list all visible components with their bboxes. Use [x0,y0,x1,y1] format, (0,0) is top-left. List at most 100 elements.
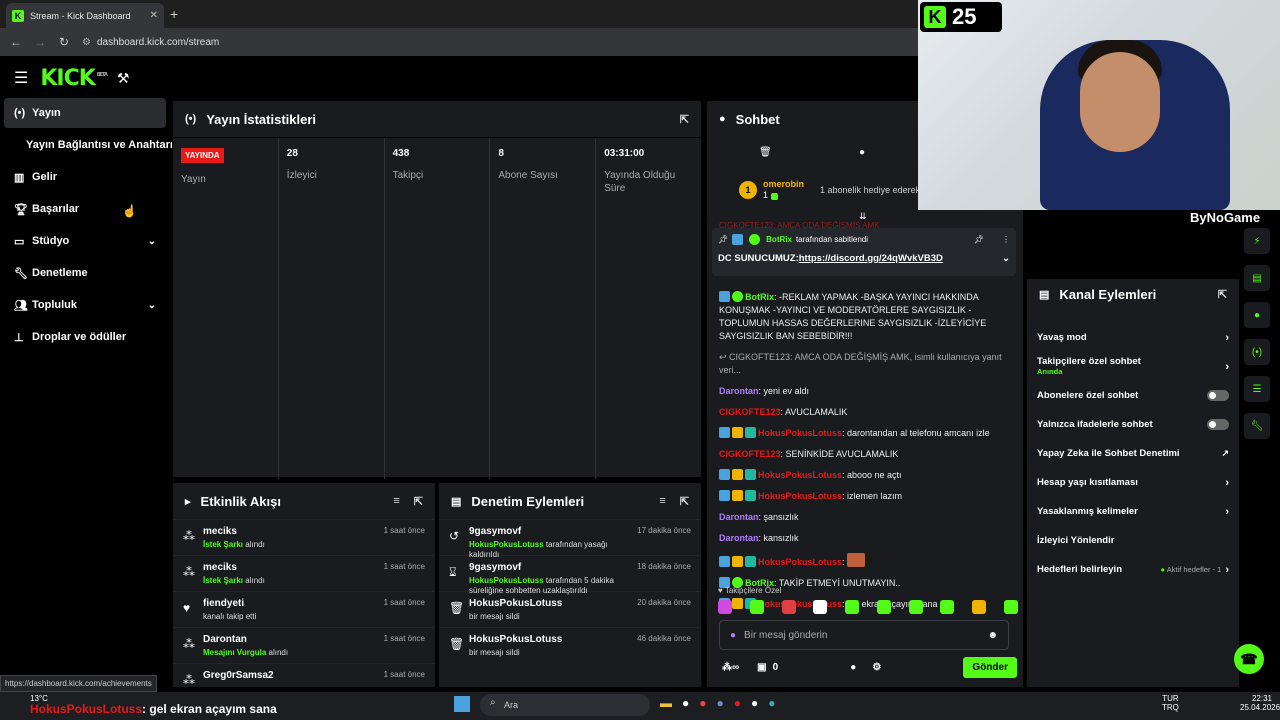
filter-icon[interactable]: ≡ [393,495,399,508]
emote-icon[interactable] [1003,600,1018,614]
toggle-switch[interactable] [1207,390,1229,401]
broadcast-icon[interactable]: (•) [1244,339,1270,365]
wrench-icon[interactable]: 🔧︎ [1244,413,1270,439]
emoji-icon[interactable]: ☻ [987,630,998,641]
chat-message[interactable]: Darontan: yeni ev aldı [707,381,1017,402]
unpin-icon[interactable]: 📌︎ [974,235,984,244]
chat-message[interactable]: HokusPokusLotuss: izlemen lazım [707,486,1017,507]
more-icon[interactable]: ⋮ [1002,235,1010,244]
chat-message[interactable]: CIGKOFTE123: SENİNKİDE AVUCLAMALIK [707,444,1017,465]
opera-icon[interactable]: ● [734,696,741,710]
windows-start-icon[interactable] [454,696,470,712]
sidebar-item-topluluk[interactable]: 👥︎ Topluluk ⌄ [4,290,166,320]
sidebar-item-gelir[interactable]: ▥ Gelir [4,162,166,192]
emote-icon[interactable] [940,600,955,614]
trash-icon[interactable]: 🗑︎ [759,147,772,158]
chat-message[interactable]: Darontan: şansızlık [707,507,1017,528]
discord-link[interactable]: https://discord.gg/24qWvkVB3D [799,253,943,264]
discord-icon[interactable]: ● [717,696,724,710]
activity-row[interactable]: ⁂ Darontan Mesajını Vurgula alındı 1 saa… [173,627,435,663]
moderation-row[interactable]: ↺ 9gasymovf HokusPokusLotuss tarafından … [439,519,701,559]
moderation-row[interactable]: 🗑︎ HokusPokusLotuss bir mesajı sildi 20 … [439,591,701,627]
list-icon[interactable]: ☰ [1244,376,1270,402]
channel-action-row[interactable]: Yavaş mod › [1027,323,1239,352]
send-button[interactable]: Gönder [963,656,1017,678]
pinned-message[interactable]: 📌︎ BotRix tarafından sabitlendi 📌︎ ⋮ DC … [712,228,1016,276]
edge-icon[interactable]: ● [768,696,775,710]
popout-icon[interactable]: ⇱ [680,113,689,126]
chat-message[interactable]: ↩ CIGKOFTE123: AMCA ODA DEĞİŞMİŞ AMK, is… [707,347,1017,381]
channel-action-row[interactable]: İzleyici Yönlendir [1027,526,1239,555]
activity-row[interactable]: ⁂ meciks İstek Şarkı alındı 1 saat önce [173,519,435,555]
gift-box-icon[interactable]: ▣ [757,662,766,673]
toggle-switch[interactable] [1207,419,1229,430]
taskbar-search[interactable]: Ara [480,694,650,716]
moderation-row[interactable]: ⌛︎ 9gasymovf HokusPokusLotuss tarafından… [439,555,701,595]
channel-action-row[interactable]: Yasaklanmış kelimeler › [1027,497,1239,526]
channel-action-row[interactable]: Yalnızca ifadelerle sohbet [1027,410,1239,439]
kick-favicon-icon: K [12,9,24,22]
app-icon[interactable]: ● [751,696,758,710]
emote-icon[interactable] [908,600,923,614]
reload-icon[interactable]: ↻ [52,35,76,49]
channel-action-row[interactable]: Abonelere özel sohbet [1027,381,1239,410]
activity-row[interactable]: ♥ fiendyeti kanalı takip etti 1 saat önc… [173,591,435,627]
mic-icon[interactable]: ● [730,630,736,641]
emote-icon[interactable] [749,600,764,614]
lightning-icon[interactable]: ⚡︎ [1244,228,1270,254]
chrome-icon[interactable]: ● [699,696,706,710]
rank-badge: 1 [739,181,757,199]
clipboard-icon[interactable]: ▤ [1244,265,1270,291]
forward-icon[interactable]: → [28,35,52,49]
sidebar-item-droplar[interactable]: ⊥ Droplar ve ödüller [4,322,166,352]
new-tab-icon[interactable]: + [170,6,178,22]
emote-icon[interactable] [845,600,860,614]
chat-message[interactable]: BotRix: -REKLAM YAPMAK -BAŞKA YAYINCI HA… [707,287,1017,347]
kick-logo[interactable]: KICK BETA [40,66,108,91]
file-explorer-icon[interactable]: ▬ [660,696,672,710]
support-icon[interactable]: ☎ [1234,644,1264,674]
popout-icon[interactable]: ⇱ [680,495,689,508]
sidebar-item-denetleme[interactable]: 🔧︎ Denetleme [4,258,166,288]
popout-icon[interactable]: ⇱ [1218,288,1227,301]
moderation-row[interactable]: 🗑︎ HokusPokusLotuss bir mesajı sildi 46 … [439,627,701,663]
points-icon[interactable]: ⁂∞ [722,662,739,673]
url-field[interactable]: ⚙ dashboard.kick.com/stream [82,37,219,48]
emote-icon[interactable] [813,600,828,614]
clock[interactable]: 22:31 25.04.2026 [1240,694,1280,712]
chat-message[interactable]: HokusPokusLotuss: abooo ne açtı [707,465,1017,486]
chevron-down-icon[interactable]: ⌄ [1002,253,1010,264]
emote-icon[interactable] [781,600,796,614]
gear-icon[interactable]: ⚙ [872,662,881,673]
back-icon[interactable]: ← [4,35,28,49]
sidebar-item-studyo[interactable]: ▭ Stüdyo ⌄ [4,226,166,256]
site-info-icon[interactable]: ⚙ [82,37,91,48]
emote-icon[interactable] [876,600,891,614]
chat-message[interactable]: CIGKOFTE123: AVUCLAMALIK [707,402,1017,423]
sidebar-item-yayin[interactable]: (•) Yayın [4,98,166,128]
chat-icon[interactable]: ● [1244,302,1270,328]
hammer-icon[interactable]: ⚒ [117,70,130,87]
chat-input[interactable]: ● Bir mesaj gönderin ☻ [719,620,1009,650]
chat-bubble-icon[interactable]: ● [859,147,865,158]
chat-message[interactable]: HokusPokusLotuss: [707,549,1017,573]
steam-icon[interactable]: ● [682,696,689,710]
chat-message[interactable]: Darontan: kansızlık [707,528,1017,549]
popout-icon[interactable]: ⇱ [414,495,423,508]
sidebar-item-basarilar[interactable]: 🏆︎ Başarılar [4,194,166,224]
close-tab-icon[interactable]: ✕ [150,10,158,21]
activity-row[interactable]: ⁂ meciks İstek Şarkı alındı 1 saat önce [173,555,435,591]
filter-icon[interactable]: ≡ [659,495,665,508]
menu-icon[interactable]: ☰ [14,68,28,88]
chat-message[interactable]: HokusPokusLotuss: darontandan al telefon… [707,423,1017,444]
channel-action-row[interactable]: Hedefleri belirleyin ● Aktif hedefler - 1… [1027,555,1239,584]
browser-tab[interactable]: K Stream - Kick Dashboard ✕ [6,3,164,28]
channel-action-row[interactable]: Takipçilere özel sohbet Anında › [1027,352,1239,381]
sidebar-item-stream-key[interactable]: Yayın Bağlantısı ve Anahtarı [4,130,174,160]
channel-action-row[interactable]: Hesap yaşı kısıtlaması › [1027,468,1239,497]
chat-settings-icon[interactable]: ● [850,662,856,673]
emote-icon[interactable] [972,600,987,614]
language-indicator[interactable]: TUR TRQ [1162,694,1179,712]
emote-icon[interactable] [718,600,732,614]
channel-action-row[interactable]: Yapay Zeka ile Sohbet Denetimi ↗ [1027,439,1239,468]
